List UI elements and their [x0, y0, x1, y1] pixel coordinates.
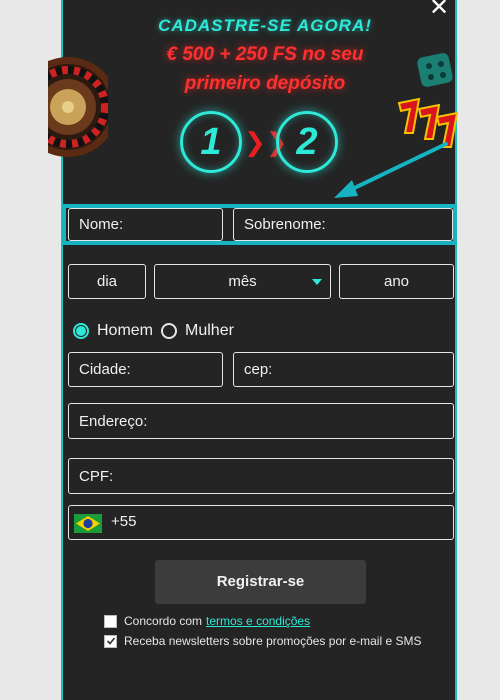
zip-input[interactable] — [244, 353, 443, 386]
roulette-wheel-icon — [48, 57, 108, 157]
month-label: mês — [228, 273, 257, 290]
registration-steps: 1 ❯❯ 2 — [180, 111, 350, 181]
promo-offer-line1: € 500 + 250 FS no seu — [166, 44, 364, 65]
day-label: dia — [96, 273, 118, 290]
cpf-field[interactable] — [68, 458, 454, 494]
terms-text: Concordo com — [124, 614, 203, 628]
city-field[interactable] — [68, 352, 223, 387]
register-button[interactable]: Registrar-se — [155, 560, 366, 604]
gender-female-label[interactable]: Mulher — [185, 322, 234, 340]
promo-title: CADASTRE-SE AGORA! — [158, 16, 372, 35]
promo-offer: € 500 + 250 FS no seu primeiro depósito — [110, 40, 420, 98]
checkmark-icon — [106, 637, 115, 645]
radio-female[interactable] — [161, 323, 178, 339]
surname-input[interactable] — [244, 209, 442, 240]
address-input[interactable] — [79, 404, 443, 438]
gender-male-label[interactable]: Homem — [97, 322, 153, 340]
step-two-badge: 2 — [276, 111, 338, 173]
city-input[interactable] — [79, 353, 212, 386]
terms-consent-row: Concordo com termos e condições — [104, 614, 310, 628]
phone-field[interactable]: +55 — [68, 505, 454, 540]
name-input[interactable] — [79, 209, 212, 240]
gender-radio-group: Homem Mulher — [73, 320, 242, 342]
dice-icon — [417, 53, 453, 87]
brazil-flag-icon — [74, 514, 102, 533]
terms-link[interactable]: termos e condições — [206, 614, 310, 628]
zip-field[interactable] — [233, 352, 454, 387]
newsletter-text: Receba newsletters sobre promoções por e… — [124, 634, 422, 648]
close-icon[interactable]: ✕ — [425, 0, 453, 20]
name-field[interactable] — [68, 208, 223, 241]
step-one-badge: 1 — [180, 111, 242, 173]
year-label: ano — [383, 273, 410, 290]
terms-checkbox[interactable] — [104, 614, 117, 628]
newsletter-consent-row: Receba newsletters sobre promoções por e… — [104, 634, 421, 648]
promo-offer-line2: primeiro depósito — [184, 73, 346, 94]
chevron-down-icon — [312, 279, 322, 285]
phone-country-code: +55 — [111, 513, 137, 530]
year-select[interactable]: ano — [339, 264, 454, 299]
radio-male[interactable] — [73, 323, 89, 339]
cpf-input[interactable] — [79, 459, 443, 493]
address-field[interactable] — [68, 403, 454, 439]
surname-field[interactable] — [233, 208, 453, 241]
month-select[interactable]: mês — [154, 264, 331, 299]
radio-selected-dot — [76, 326, 86, 336]
day-select[interactable]: dia — [68, 264, 146, 299]
newsletter-checkbox[interactable] — [104, 634, 117, 648]
